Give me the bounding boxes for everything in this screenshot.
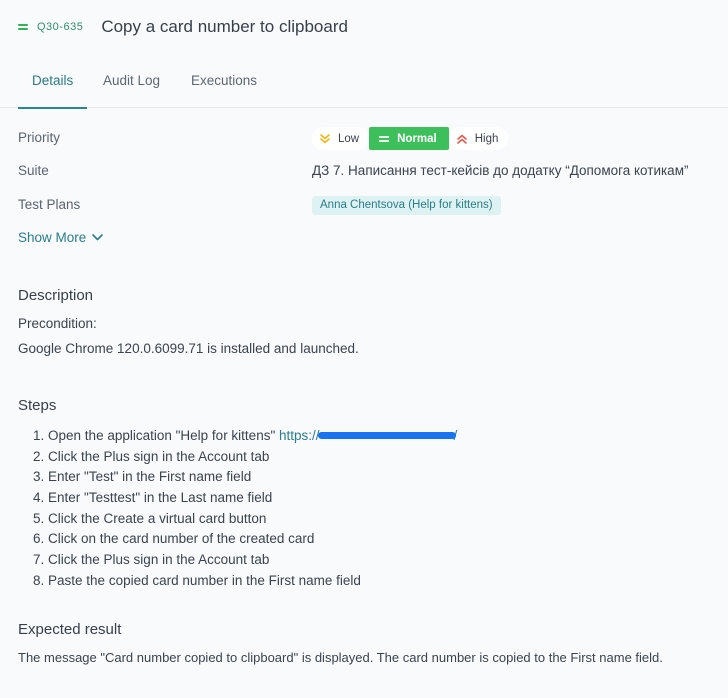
step-number: 7. — [33, 552, 45, 568]
step-text: Click the Plus sign in the Account tab — [48, 448, 270, 464]
list-item: 4. Enter "Testtest" in the Last name fie… — [33, 489, 457, 510]
list-item: 1. Open the application "Help for kitten… — [33, 427, 457, 448]
redacted-url — [317, 431, 456, 439]
list-item: 8. Paste the copied card number in the F… — [33, 572, 457, 593]
app-url-prefix: https:// — [279, 428, 320, 443]
step-text: Enter "Testtest" in the Last name field — [48, 490, 273, 506]
chevron-double-down-icon — [320, 133, 330, 144]
priority-selector: Low Normal High — [312, 127, 509, 150]
priority-high-label: High — [474, 132, 499, 145]
tab-details[interactable]: Details — [17, 62, 88, 109]
chevron-down-icon — [92, 234, 104, 241]
list-item: 3. Enter "Test" in the First name field — [33, 468, 457, 489]
suite-label: Suite — [18, 163, 49, 178]
step-text: Click on the card number of the created … — [48, 531, 315, 547]
priority-normal-label: Normal — [397, 132, 437, 145]
test-case-page: Q30-635 Copy a card number to clipboard … — [0, 0, 728, 698]
tab-audit-log[interactable]: Audit Log — [103, 62, 160, 108]
step-number: 4. — [33, 490, 45, 506]
step-number: 2. — [33, 448, 45, 464]
app-url-link[interactable]: https:/// — [279, 428, 457, 443]
suite-value: ДЗ 7. Написання тест-кейсів до додатку “… — [312, 163, 689, 178]
step-text: Open the application "Help for kittens" — [48, 428, 279, 443]
equals-icon — [18, 23, 28, 31]
step-number: 3. — [33, 469, 45, 485]
precondition-text: Google Chrome 120.0.6099.71 is installed… — [18, 341, 359, 356]
step-text: Paste the copied card number in the Firs… — [48, 572, 361, 588]
step-text: Enter "Test" in the First name field — [48, 469, 252, 485]
equals-icon — [379, 135, 390, 143]
case-id: Q30-635 — [37, 21, 84, 33]
priority-low-button[interactable]: Low — [312, 127, 370, 150]
steps-list: 1. Open the application "Help for kitten… — [33, 427, 457, 593]
tab-executions[interactable]: Executions — [191, 62, 257, 108]
priority-low-label: Low — [338, 132, 360, 145]
expected-result-title: Expected result — [18, 621, 122, 638]
case-header: Q30-635 Copy a card number to clipboard — [18, 14, 348, 40]
list-item: 2. Click the Plus sign in the Account ta… — [33, 448, 457, 469]
list-item: 7. Click the Plus sign in the Account ta… — [33, 551, 457, 572]
page-title: Copy a card number to clipboard — [101, 17, 348, 36]
list-item: 5. Click the Create a virtual card butto… — [33, 510, 457, 531]
step-text: Click the Create a virtual card button — [48, 510, 267, 526]
priority-normal-button[interactable]: Normal — [369, 127, 449, 150]
chevron-double-up-icon — [456, 134, 467, 144]
step-number: 6. — [33, 531, 45, 547]
precondition-label: Precondition: — [18, 316, 97, 331]
description-title: Description — [18, 287, 94, 304]
show-more-label: Show More — [18, 230, 87, 245]
tab-bar: Details Audit Log Executions — [0, 62, 728, 109]
steps-title: Steps — [18, 397, 57, 414]
expected-result-text: The message "Card number copied to clipb… — [18, 650, 663, 665]
step-number: 5. — [33, 510, 45, 526]
show-more-button[interactable]: Show More — [18, 230, 104, 245]
test-plan-tag[interactable]: Anna Chentsova (Help for kittens) — [312, 196, 501, 215]
step-number: 1. — [33, 428, 45, 443]
priority-label: Priority — [18, 130, 61, 145]
step-number: 8. — [33, 572, 45, 588]
test-plans-label: Test Plans — [18, 197, 81, 212]
priority-high-button[interactable]: High — [448, 127, 509, 150]
step-text: Click the Plus sign in the Account tab — [48, 552, 270, 568]
list-item: 6. Click on the card number of the creat… — [33, 530, 457, 551]
